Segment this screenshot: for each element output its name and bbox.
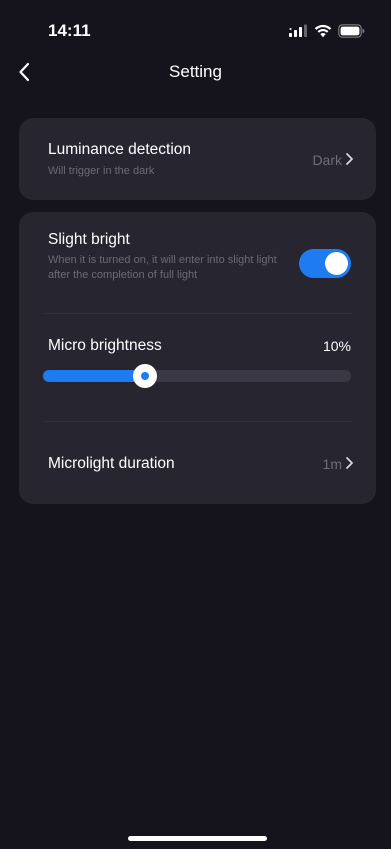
slider-fill: [43, 370, 145, 382]
signal-icon: [289, 24, 307, 37]
battery-icon: [338, 24, 365, 38]
status-bar: 14:11: [0, 0, 391, 50]
microlight-duration-title: Microlight duration: [48, 455, 175, 472]
slider-thumb-dot: [141, 372, 149, 380]
light-settings-card: Slight bright When it is turned on, it w…: [19, 212, 376, 504]
status-icons: [288, 23, 365, 39]
microlight-duration-value: 1m: [322, 456, 342, 472]
luminance-detection-value: Dark: [312, 152, 342, 168]
toggle-knob: [325, 252, 348, 275]
slight-bright-description: When it is turned on, it will enter into…: [48, 254, 277, 281]
divider: [43, 313, 352, 314]
page-title: Setting: [169, 62, 222, 81]
microlight-duration-row[interactable]: Microlight duration 1m: [19, 422, 376, 504]
luminance-detection-subtitle: Will trigger in the dark: [48, 165, 155, 177]
slider-thumb[interactable]: [133, 364, 157, 388]
nav-header: Setting: [0, 50, 391, 94]
status-time: 14:11: [48, 21, 91, 40]
luminance-detection-row[interactable]: Luminance detection Will trigger in the …: [19, 118, 376, 200]
luminance-detection-title: Luminance detection: [48, 141, 192, 158]
settings-screen: 14:11 Setting Luminance detection Will t…: [0, 0, 391, 849]
wifi-icon: [314, 24, 332, 38]
chevron-right-icon: [346, 153, 353, 165]
slight-bright-toggle[interactable]: [299, 249, 351, 278]
slight-bright-title: Slight bright: [48, 231, 130, 248]
micro-brightness-slider[interactable]: [43, 364, 351, 388]
micro-brightness-title: Micro brightness: [48, 337, 162, 354]
chevron-right-icon: [346, 457, 353, 469]
home-indicator: [128, 836, 267, 841]
micro-brightness-value: 10%: [322, 338, 351, 354]
